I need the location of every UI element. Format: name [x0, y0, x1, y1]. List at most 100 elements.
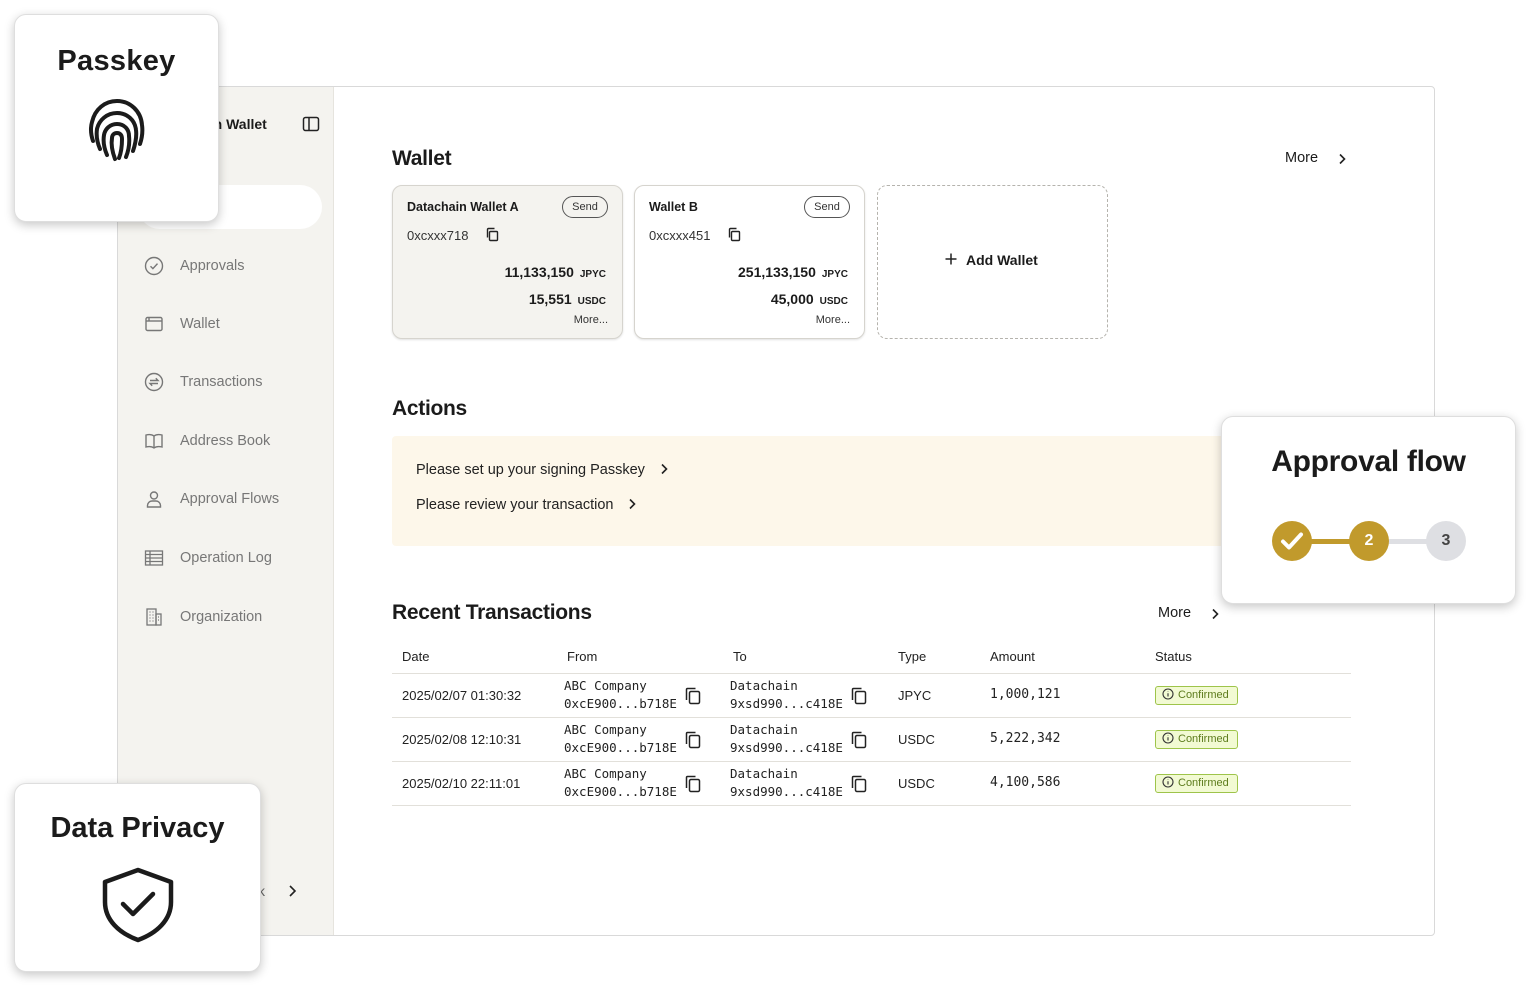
tx-status: Confirmed	[1145, 717, 1351, 762]
column-header: Amount	[980, 641, 1145, 674]
copy-icon[interactable]	[683, 686, 703, 706]
wallet-address: 0xcxxx451	[649, 228, 711, 243]
add-wallet-button[interactable]: Add Wallet	[877, 185, 1108, 339]
status-label: Confirmed	[1178, 732, 1229, 745]
status-badge: Confirmed	[1155, 685, 1238, 705]
wallet-balance-usdc: 45,000 USDC	[771, 291, 848, 307]
status-label: Confirmed	[1178, 688, 1229, 701]
balance-unit: JPYC	[579, 269, 606, 280]
tx-type: JPYC	[888, 673, 980, 718]
status-label: Confirmed	[1178, 776, 1229, 789]
table-row[interactable]: 2025/02/10 22:11:01 ABC Company 0xcE900.…	[392, 761, 1351, 806]
tx-status: Confirmed	[1145, 761, 1351, 806]
wallet-icon	[145, 316, 163, 332]
balance-value: 251,133,150	[738, 264, 816, 280]
tx-from: ABC Company 0xcE900...b718E	[557, 761, 723, 806]
wallet-balance-jpyc: 251,133,150 JPYC	[738, 264, 848, 280]
status-badge: Confirmed	[1155, 773, 1238, 793]
column-header: From	[557, 641, 723, 674]
copy-icon[interactable]	[727, 227, 742, 242]
sidebar-item-label: Organization	[180, 609, 263, 625]
info-icon	[1162, 687, 1174, 700]
table-row[interactable]: 2025/02/07 01:30:32 ABC Company 0xcE900.…	[392, 673, 1351, 718]
sidebar-item-wallet[interactable]: Wallet	[142, 311, 322, 337]
chevron-right-icon	[661, 463, 668, 475]
exchange-icon	[144, 372, 164, 392]
check-circle-icon	[144, 256, 164, 276]
chevron-right-icon	[1212, 608, 1219, 620]
data-privacy-title: Data Privacy	[50, 812, 225, 844]
tx-type: USDC	[888, 717, 980, 762]
copy-icon[interactable]	[849, 686, 869, 706]
action-setup-passkey[interactable]: Please set up your signing Passkey	[416, 462, 671, 478]
info-icon	[1162, 731, 1174, 744]
tx-date: 2025/02/08 12:10:31	[392, 717, 557, 762]
sidebar-item-approval-flows[interactable]: Approval Flows	[142, 486, 322, 512]
sidebar-item-transactions[interactable]: Transactions	[142, 369, 322, 395]
fingerprint-icon	[88, 98, 145, 161]
book-icon	[145, 433, 163, 449]
step-connector-complete	[1310, 539, 1352, 544]
balance-value: 15,551	[528, 291, 572, 307]
transactions-more-link[interactable]: More	[1158, 605, 1228, 621]
copy-icon[interactable]	[849, 730, 869, 750]
sidebar-toggle-icon[interactable]	[302, 115, 320, 133]
sidebar-item-address-book[interactable]: Address Book	[142, 428, 322, 454]
table-header-row: Date From To Type Amount Status	[392, 641, 1351, 674]
more-label: More	[1158, 605, 1192, 621]
sidebar-item-organization[interactable]: Organization	[142, 604, 322, 630]
tx-date: 2025/02/07 01:30:32	[392, 673, 557, 718]
check-icon	[1281, 532, 1303, 550]
tx-from: ABC Company 0xcE900...b718E	[557, 717, 723, 762]
copy-icon[interactable]	[683, 730, 703, 750]
copy-icon[interactable]	[683, 774, 703, 794]
copy-icon[interactable]	[849, 774, 869, 794]
step-connector-pending	[1387, 539, 1429, 544]
wallet-more-link[interactable]: More	[1285, 150, 1355, 166]
action-label: Please review your transaction	[416, 497, 614, 513]
balance-value: 45,000	[770, 291, 814, 307]
action-review-transaction[interactable]: Please review your transaction	[416, 497, 639, 513]
tx-date: 2025/02/10 22:11:01	[392, 761, 557, 806]
user-icon	[146, 491, 162, 508]
wallet-card[interactable]: Datachain Wallet A Send 0xcxxx718 11,133…	[392, 185, 623, 339]
sidebar-item-label: Approvals	[180, 258, 245, 274]
table-icon	[144, 550, 164, 566]
wallet-balance-usdc: 15,551 USDC	[529, 291, 606, 307]
action-label: Please set up your signing Passkey	[416, 462, 645, 478]
table-row[interactable]: 2025/02/08 12:10:31 ABC Company 0xcE900.…	[392, 717, 1351, 762]
passkey-title: Passkey	[57, 45, 176, 77]
sidebar-item-label: Approval Flows	[180, 491, 280, 507]
tx-status: Confirmed	[1145, 673, 1351, 718]
sidebar-item-label: Wallet	[180, 316, 220, 332]
tx-amount: 4,100,586	[980, 761, 1145, 806]
wallet-card[interactable]: Wallet B Send 0xcxxx451 251,133,150 JPYC …	[634, 185, 865, 339]
info-icon	[1162, 775, 1174, 788]
wallet-name: Datachain Wallet A	[407, 200, 519, 214]
tx-to: Datachain 9xsd990...c418E	[723, 717, 888, 762]
tx-amount: 1,000,121	[980, 673, 1145, 718]
column-header: Date	[392, 641, 557, 674]
column-header: To	[723, 641, 888, 674]
wallet-more-link[interactable]: More...	[816, 314, 850, 326]
shield-check-icon	[102, 867, 174, 943]
step-1-complete	[1272, 521, 1312, 561]
tx-amount: 5,222,342	[980, 717, 1145, 762]
column-header: Status	[1145, 641, 1351, 674]
wallet-balance-jpyc: 11,133,150 JPYC	[505, 264, 606, 280]
sidebar-item-approvals[interactable]: Approvals	[142, 253, 322, 279]
data-privacy-card: Data Privacy	[14, 783, 261, 972]
send-button[interactable]: Send	[804, 196, 850, 218]
tx-to: Datachain 9xsd990...c418E	[723, 761, 888, 806]
transactions-section-title: Recent Transactions	[392, 601, 592, 624]
status-badge: Confirmed	[1155, 729, 1238, 749]
transactions-table: Date From To Type Amount Status 2025/02/…	[392, 641, 1351, 806]
wallet-address: 0xcxxx718	[407, 228, 469, 243]
send-button[interactable]: Send	[562, 196, 608, 218]
wallet-more-link[interactable]: More...	[574, 314, 608, 326]
balance-unit: USDC	[819, 296, 848, 307]
more-label: More	[1285, 150, 1319, 166]
sidebar-item-label: Operation Log	[180, 550, 272, 566]
copy-icon[interactable]	[485, 227, 500, 242]
sidebar-item-operation-log[interactable]: Operation Log	[142, 545, 322, 571]
